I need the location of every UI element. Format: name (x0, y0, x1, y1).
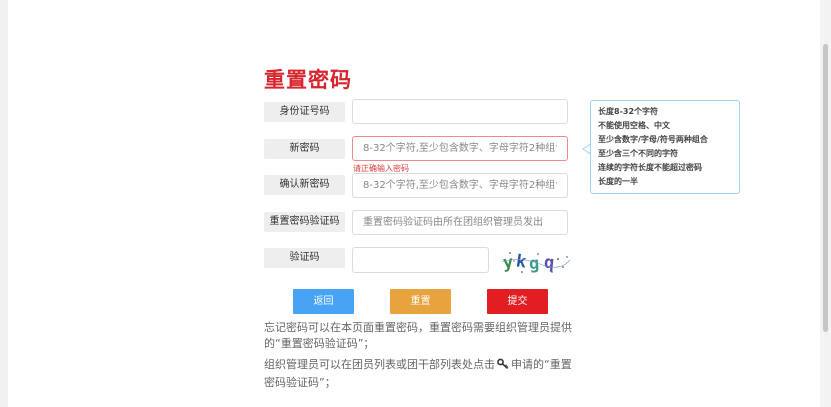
confirm-password-label: 确认新密码 (264, 175, 345, 195)
hint-line: 连续的字符长度不能超过密码 (598, 163, 702, 172)
new-password-label: 新密码 (264, 139, 345, 159)
hint-line: 至少含三个不同的字符 (598, 149, 678, 158)
svg-text:y: y (502, 253, 514, 274)
page-container: 重置密码 身份证号码 新密码 请正确输入密码 确认新密码 重置密码验证码 验证码… (8, 0, 820, 407)
id-number-input[interactable] (352, 99, 568, 124)
scrollbar-thumb[interactable] (823, 44, 828, 332)
svg-text:q: q (543, 253, 555, 274)
note-admin-text-before: 组织管理员可以在团员列表或团干部列表处点击 (264, 358, 495, 371)
note-admin-instructions: 组织管理员可以在团员列表或团干部列表处点击 申请的“重置密码验证码”； (264, 357, 574, 391)
page-title: 重置密码 (264, 68, 352, 92)
submit-button[interactable]: 提交 (487, 289, 548, 314)
hint-line: 长度8-32个字符 (598, 107, 659, 116)
key-icon (497, 358, 509, 375)
vertical-scrollbar[interactable] (820, 0, 831, 407)
captcha-image[interactable]: y k g q (500, 248, 572, 276)
reset-code-label: 重置密码验证码 (264, 212, 345, 232)
note-reset-instructions: 忘记密码可以在本页面重置密码，重置密码需要组织管理员提供的“重置密码验证码”； (264, 321, 572, 350)
hint-line: 长度的一半 (598, 177, 638, 186)
back-button[interactable]: 返回 (293, 289, 354, 314)
password-rules-tooltip: 长度8-32个字符 不能使用空格、中文 至少含数字/字母/符号两种组合 至少含三… (590, 100, 740, 194)
captcha-label: 验证码 (264, 248, 345, 268)
captcha-input[interactable] (352, 247, 489, 273)
new-password-input[interactable] (352, 136, 568, 161)
id-number-label: 身份证号码 (264, 102, 345, 122)
reset-button[interactable]: 重置 (390, 289, 451, 314)
svg-text:g: g (528, 254, 540, 275)
reset-code-input[interactable] (352, 210, 568, 235)
confirm-password-input[interactable] (352, 173, 568, 198)
hint-line: 至少含数字/字母/符号两种组合 (598, 135, 708, 144)
hint-line: 不能使用空格、中文 (598, 121, 670, 130)
